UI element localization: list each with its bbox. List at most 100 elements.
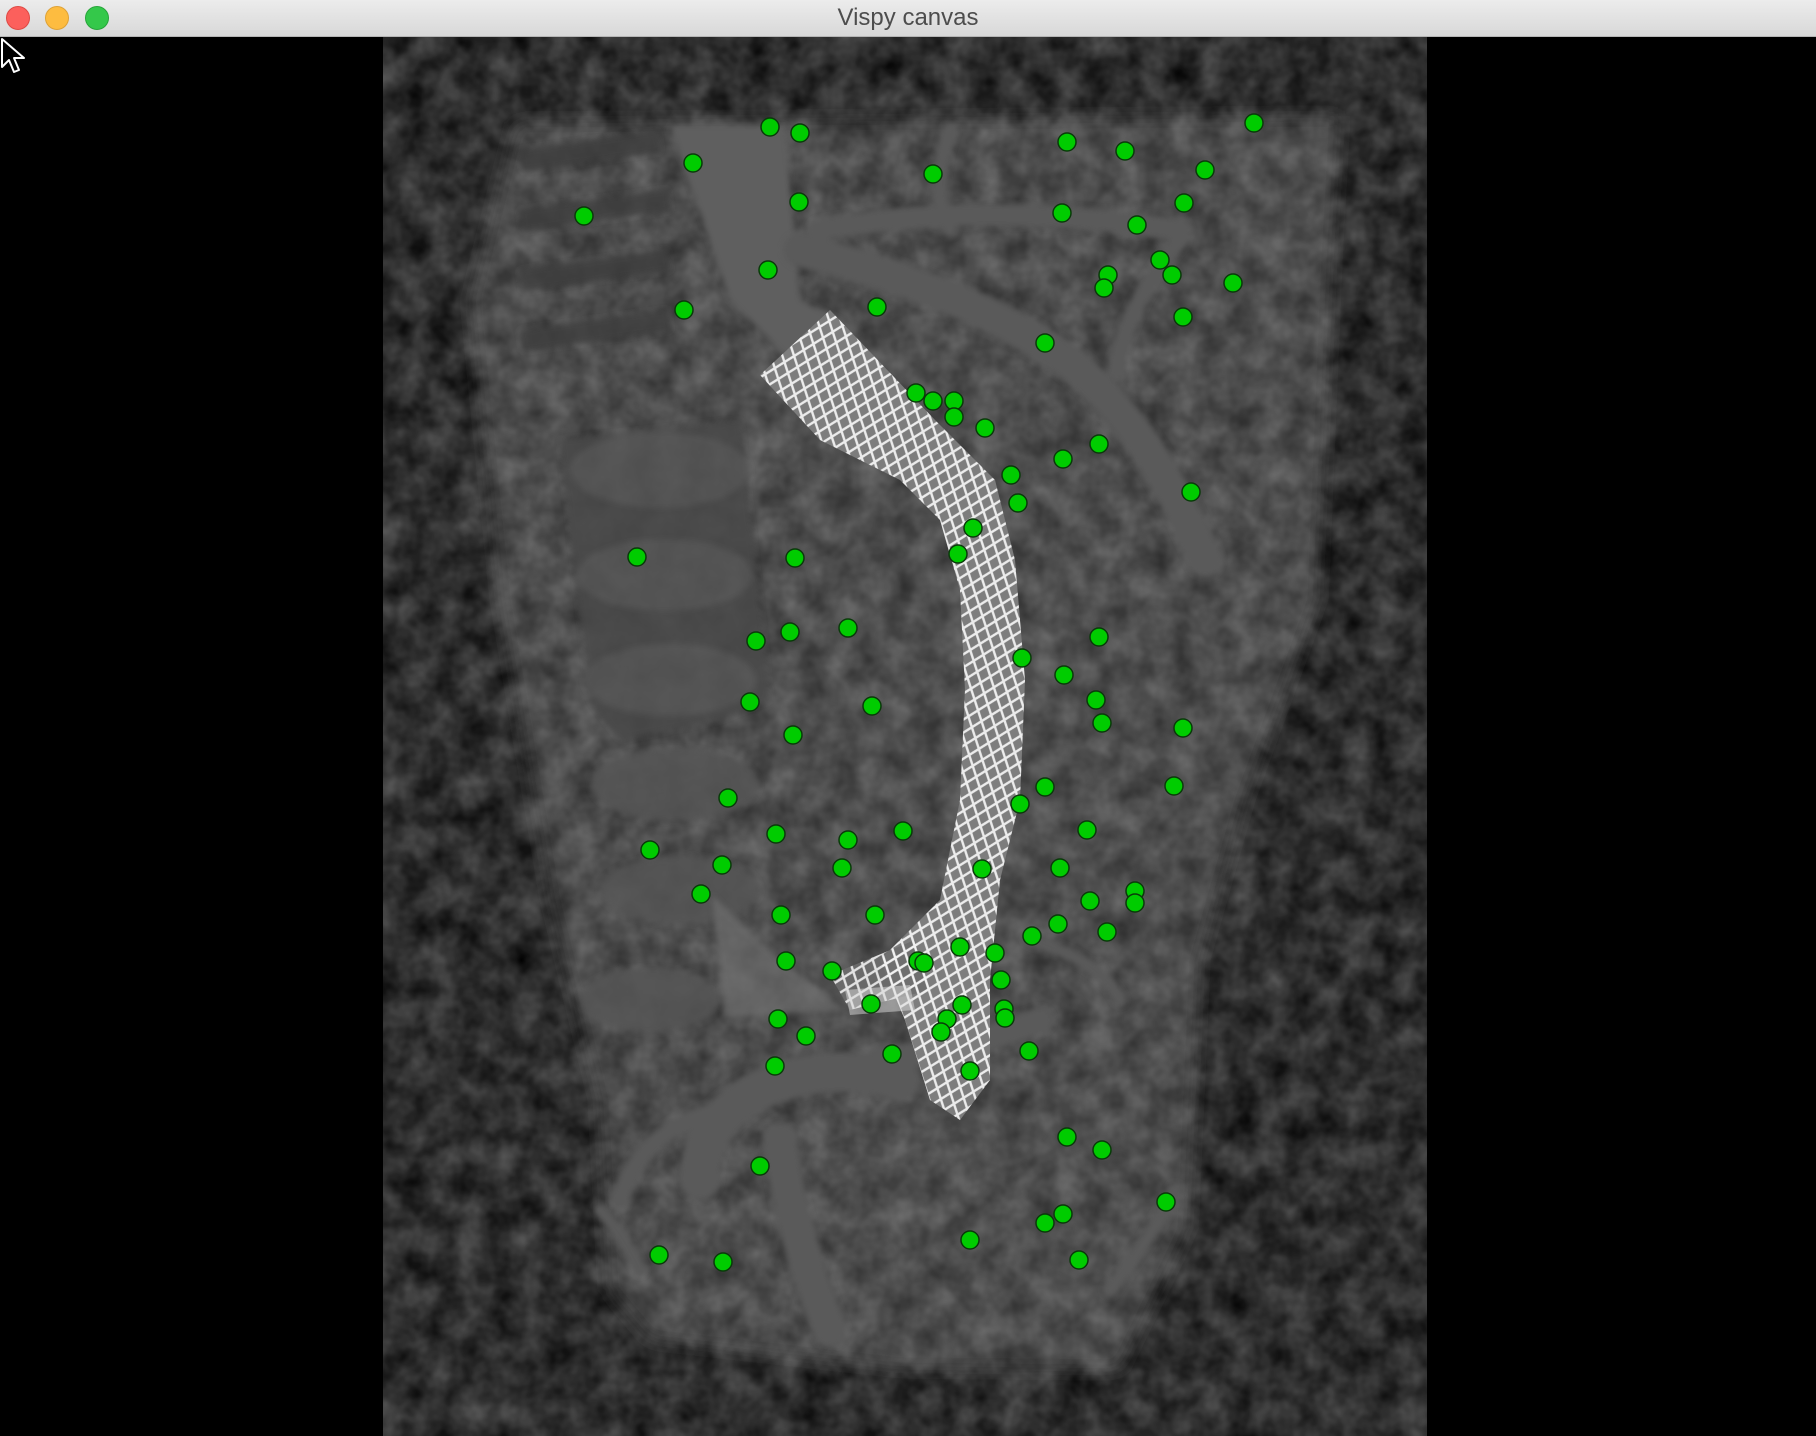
marker-point[interactable] (1223, 273, 1243, 293)
marker-point[interactable] (1052, 203, 1072, 223)
marker-point[interactable] (1092, 1140, 1112, 1160)
marker-point[interactable] (796, 1026, 816, 1046)
marker-point[interactable] (1094, 278, 1114, 298)
marker-point[interactable] (861, 994, 881, 1014)
marker-point[interactable] (1162, 265, 1182, 285)
marker-point[interactable] (1086, 690, 1106, 710)
marker-point[interactable] (746, 631, 766, 651)
marker-point[interactable] (893, 821, 913, 841)
marker-point[interactable] (1125, 893, 1145, 913)
marker-point[interactable] (1164, 776, 1184, 796)
marker-point[interactable] (1173, 718, 1193, 738)
marker-point[interactable] (765, 1056, 785, 1076)
marker-point[interactable] (1092, 713, 1112, 733)
marker-point[interactable] (789, 192, 809, 212)
marker-point[interactable] (750, 1156, 770, 1176)
marker-point[interactable] (718, 788, 738, 808)
marker-point[interactable] (771, 905, 791, 925)
marker-point[interactable] (1057, 132, 1077, 152)
window-title: Vispy canvas (837, 4, 979, 31)
marker-point[interactable] (1001, 465, 1021, 485)
marker-point[interactable] (1080, 891, 1100, 911)
marker-point[interactable] (574, 206, 594, 226)
marker-point[interactable] (1053, 449, 1073, 469)
marker-point[interactable] (1010, 794, 1030, 814)
marker-point[interactable] (1035, 333, 1055, 353)
marker-point[interactable] (683, 153, 703, 173)
marker-point[interactable] (972, 859, 992, 879)
marker-point[interactable] (1174, 193, 1194, 213)
marker-point[interactable] (1035, 1213, 1055, 1233)
marker-point[interactable] (906, 383, 926, 403)
marker-point[interactable] (790, 123, 810, 143)
marker-point[interactable] (1053, 1204, 1073, 1224)
marker-point[interactable] (712, 855, 732, 875)
marker-point[interactable] (1048, 914, 1068, 934)
marker-point[interactable] (985, 943, 1005, 963)
marker-point[interactable] (1156, 1192, 1176, 1212)
volume-render (470, 113, 1340, 1370)
marker-point[interactable] (923, 164, 943, 184)
marker-point[interactable] (838, 830, 858, 850)
marker-point[interactable] (1127, 215, 1147, 235)
marker-point[interactable] (1022, 926, 1042, 946)
marker-point[interactable] (952, 995, 972, 1015)
window-titlebar[interactable]: Vispy canvas (0, 0, 1816, 37)
marker-point[interactable] (766, 824, 786, 844)
marker-point[interactable] (1012, 648, 1032, 668)
marker-point[interactable] (627, 547, 647, 567)
marker-point[interactable] (758, 260, 778, 280)
marker-point[interactable] (838, 618, 858, 638)
marker-point[interactable] (649, 1245, 669, 1265)
marker-point[interactable] (914, 953, 934, 973)
marker-point[interactable] (1195, 160, 1215, 180)
marker-point[interactable] (822, 961, 842, 981)
marker-point[interactable] (948, 544, 968, 564)
marker-point[interactable] (1035, 777, 1055, 797)
marker-point[interactable] (760, 117, 780, 137)
marker-point[interactable] (1173, 307, 1193, 327)
marker-point[interactable] (1050, 858, 1070, 878)
marker-point[interactable] (960, 1230, 980, 1250)
marker-point[interactable] (931, 1022, 951, 1042)
marker-point[interactable] (1057, 1127, 1077, 1147)
marker-point[interactable] (1181, 482, 1201, 502)
marker-point[interactable] (975, 418, 995, 438)
marker-point[interactable] (832, 858, 852, 878)
marker-point[interactable] (1019, 1041, 1039, 1061)
marker-point[interactable] (640, 840, 660, 860)
marker-point[interactable] (691, 884, 711, 904)
marker-point[interactable] (776, 951, 796, 971)
marker-point[interactable] (674, 300, 694, 320)
arrow-cursor-icon (1, 38, 25, 73)
marker-point[interactable] (960, 1061, 980, 1081)
marker-point[interactable] (1069, 1250, 1089, 1270)
marker-point[interactable] (740, 692, 760, 712)
marker-point[interactable] (944, 407, 964, 427)
marker-point[interactable] (865, 905, 885, 925)
marker-point[interactable] (1097, 922, 1117, 942)
marker-point[interactable] (950, 937, 970, 957)
marker-point[interactable] (867, 297, 887, 317)
marker-point[interactable] (768, 1009, 788, 1029)
marker-point[interactable] (862, 696, 882, 716)
marker-point[interactable] (1077, 820, 1097, 840)
marker-point[interactable] (963, 518, 983, 538)
marker-point[interactable] (783, 725, 803, 745)
marker-point[interactable] (785, 548, 805, 568)
marker-point[interactable] (995, 1008, 1015, 1028)
marker-point[interactable] (1008, 493, 1028, 513)
marker-point[interactable] (713, 1252, 733, 1272)
marker-point[interactable] (780, 622, 800, 642)
marker-point[interactable] (923, 391, 943, 411)
marker-point[interactable] (1244, 113, 1264, 133)
marker-point[interactable] (1115, 141, 1135, 161)
marker-point[interactable] (882, 1044, 902, 1064)
marker-point[interactable] (1089, 627, 1109, 647)
marker-point[interactable] (1089, 434, 1109, 454)
marker-point[interactable] (991, 970, 1011, 990)
marker-point[interactable] (1054, 665, 1074, 685)
ct-volume (470, 116, 1340, 1370)
vispy-canvas[interactable] (0, 37, 1816, 1436)
marker-point[interactable] (1150, 250, 1170, 270)
